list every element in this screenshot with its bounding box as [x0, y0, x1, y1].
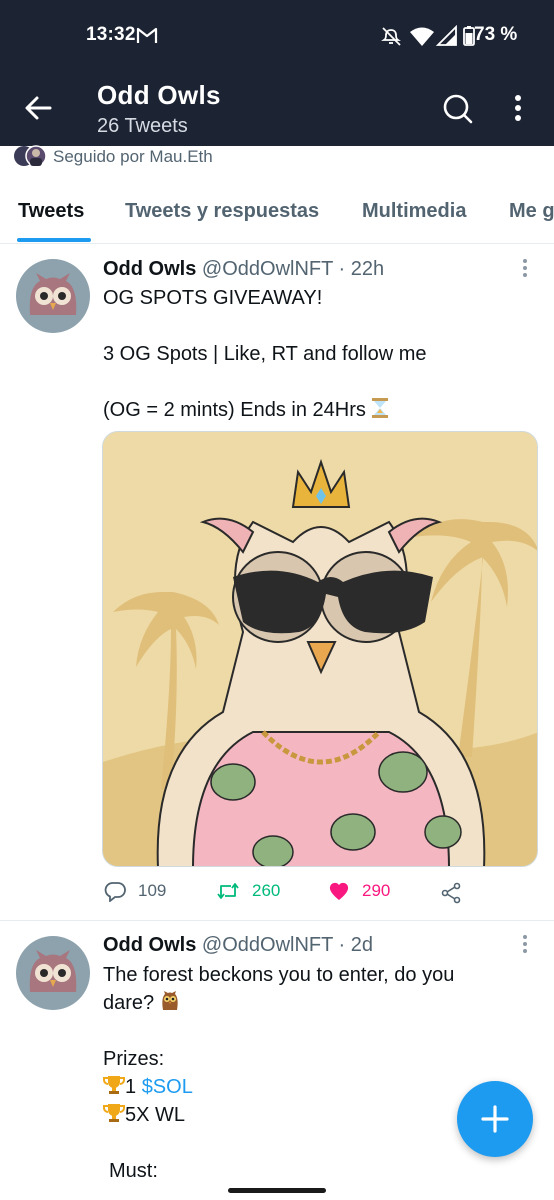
plus-icon — [481, 1105, 509, 1133]
battery-icon — [463, 26, 475, 46]
tweet-text-line: 3 OG Spots | Like, RT and follow me — [103, 343, 427, 365]
tweet-text-line: Must: — [109, 1160, 158, 1182]
reply-icon — [104, 882, 126, 902]
reply-count: 109 — [138, 881, 167, 900]
retweet-button[interactable]: 260 — [216, 880, 280, 902]
profile-title: Odd Owls — [97, 80, 221, 110]
tweet-image[interactable] — [102, 431, 538, 867]
hourglass-icon — [372, 398, 389, 418]
cashtag-link[interactable]: $SOL — [142, 1076, 193, 1098]
retweet-icon — [217, 883, 239, 899]
trophy-icon — [103, 1104, 125, 1122]
back-arrow-icon[interactable] — [22, 92, 54, 124]
avatar[interactable] — [16, 259, 90, 333]
profile-tabs: Tweets Tweets y respuestas Multimedia Me… — [0, 186, 554, 244]
share-icon[interactable] — [440, 882, 462, 904]
tweet-author-name[interactable]: Odd Owls — [103, 258, 196, 280]
more-options-icon[interactable] — [508, 92, 528, 126]
do-not-disturb-icon — [381, 27, 401, 46]
tweet-text-line: dare? — [103, 989, 180, 1017]
tweet-actions: 109 260 290 — [0, 880, 554, 908]
tab-tweets[interactable]: Tweets — [18, 200, 84, 223]
tab-likes[interactable]: Me g — [509, 200, 554, 223]
compose-tweet-button[interactable] — [457, 1081, 533, 1157]
tweet-text-line: 5X WL — [103, 1101, 185, 1129]
tweet-header: Odd Owls @OddOwlNFT · 22h — [103, 258, 384, 281]
tweet-more-icon[interactable] — [520, 258, 530, 280]
owl-avatar-icon — [29, 950, 77, 992]
tweet-header: Odd Owls @OddOwlNFT · 2d — [103, 934, 373, 957]
status-icons — [381, 25, 475, 46]
status-bar: 13:32 73 % — [0, 0, 554, 70]
tweet-count: 26 Tweets — [97, 115, 188, 137]
tweet-author-handle[interactable]: @OddOwlNFT · 2d — [202, 934, 373, 956]
tweet-text-line: Prizes: — [103, 1048, 165, 1070]
follower-avatars — [14, 145, 47, 167]
search-icon[interactable] — [440, 92, 474, 126]
tweet-more-icon[interactable] — [520, 934, 530, 956]
owl-emoji-icon — [162, 991, 178, 1010]
active-tab-indicator — [17, 238, 91, 242]
tweet-author-name[interactable]: Odd Owls — [103, 934, 196, 956]
followed-by-text: Seguido por Mau.Eth — [53, 147, 213, 166]
battery-percent: 73 % — [474, 24, 518, 45]
divider — [0, 920, 554, 921]
heart-icon — [329, 882, 349, 900]
tweet-author-handle[interactable]: @OddOwlNFT · 22h — [202, 258, 384, 280]
tweet-text-line: 1 $SOL — [103, 1073, 193, 1101]
followed-by-row[interactable]: Seguido por Mau.Eth — [0, 145, 554, 172]
gmail-icon — [136, 27, 158, 43]
like-count: 290 — [362, 881, 391, 900]
owl-avatar-icon — [29, 273, 77, 315]
tweet-text-line: OG SPOTS GIVEAWAY! — [103, 287, 323, 309]
tab-media[interactable]: Multimedia — [362, 200, 466, 223]
tweet-text-line: The forest beckons you to enter, do you — [103, 964, 455, 986]
wifi-icon — [410, 27, 434, 46]
retweet-count: 260 — [252, 881, 281, 900]
owl-nft-illustration — [103, 432, 537, 866]
like-button[interactable]: 290 — [328, 880, 390, 902]
tweet-text-line: (OG = 2 mints) Ends in 24Hrs — [103, 396, 389, 424]
tab-tweets-replies[interactable]: Tweets y respuestas — [125, 200, 319, 223]
gesture-nav-bar[interactable] — [228, 1188, 326, 1193]
status-time: 13:32 — [86, 24, 136, 45]
reply-button[interactable]: 109 — [104, 880, 166, 902]
app-header: 13:32 73 % Odd Owls 26 Tweets — [0, 0, 554, 146]
avatar[interactable] — [16, 936, 90, 1010]
trophy-icon — [103, 1076, 125, 1094]
